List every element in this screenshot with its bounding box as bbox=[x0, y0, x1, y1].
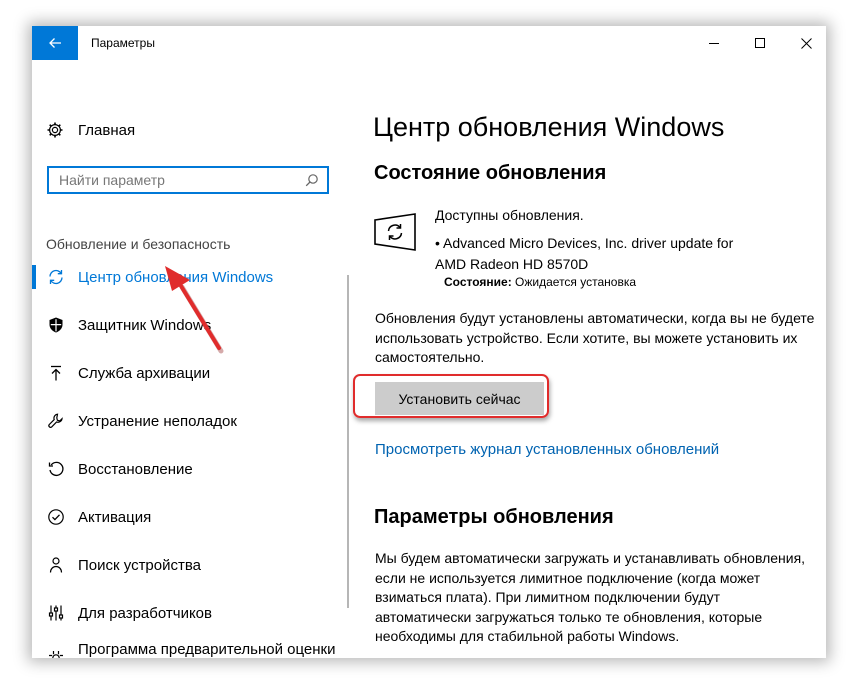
update-settings-heading: Параметры обновления bbox=[374, 506, 614, 528]
minimize-icon bbox=[708, 42, 719, 44]
search-input[interactable] bbox=[49, 171, 311, 189]
page-title: Центр обновления Windows bbox=[373, 112, 725, 142]
sidebar-item-label: Устранение неполадок bbox=[78, 412, 237, 430]
settings-window: Параметры Главная Найти параметр Обновле… bbox=[32, 26, 826, 658]
update-item-line1: • Advanced Micro Devices, Inc. driver up… bbox=[435, 235, 734, 251]
close-button[interactable] bbox=[783, 26, 826, 60]
maximize-icon bbox=[754, 37, 765, 48]
sidebar-item-label: Служба архивации bbox=[78, 364, 211, 382]
sidebar-item-find-device[interactable]: Поиск устройства bbox=[32, 543, 348, 587]
title-bar: Параметры bbox=[32, 26, 826, 60]
sidebar-item-label: Программа предварительной оценки Windows bbox=[78, 641, 336, 658]
window-title: Параметры bbox=[91, 36, 155, 50]
sidebar-item-backup[interactable]: Служба архивации bbox=[32, 351, 348, 395]
minimize-button[interactable] bbox=[691, 26, 737, 60]
update-refresh-icon bbox=[373, 212, 417, 252]
status-label: Состояние: bbox=[444, 275, 512, 289]
developer-sliders-icon bbox=[46, 603, 66, 623]
sidebar-item-label: Для разработчиков bbox=[78, 604, 212, 622]
sidebar-item-label: Поиск устройства bbox=[78, 556, 202, 574]
update-status-line: Состояние: Ожидается установка bbox=[444, 275, 636, 289]
check-circle-icon bbox=[46, 507, 66, 527]
section-label: Обновление и безопасность bbox=[46, 236, 231, 252]
home-nav-item[interactable]: Главная bbox=[46, 118, 135, 142]
sidebar-item-insider[interactable]: Программа предварительной оценки Windows bbox=[32, 640, 348, 658]
search-icon[interactable] bbox=[305, 173, 319, 192]
home-label: Главная bbox=[78, 121, 136, 139]
search-box[interactable] bbox=[47, 166, 329, 194]
recovery-icon bbox=[46, 459, 66, 479]
sidebar: Главная Обновление и безопасность bbox=[32, 60, 350, 658]
sidebar-scrollbar[interactable] bbox=[347, 275, 349, 608]
update-settings-text: Мы будем автоматически загружать и устан… bbox=[375, 550, 806, 644]
update-history-link[interactable]: Просмотреть журнал установленных обновле… bbox=[375, 441, 719, 458]
person-pin-icon bbox=[46, 555, 66, 575]
sidebar-item-label: Активация bbox=[78, 508, 152, 526]
status-value: Ожидается установка bbox=[515, 275, 637, 289]
backup-arrow-icon bbox=[46, 363, 66, 383]
insider-icon bbox=[46, 648, 66, 658]
sidebar-item-label: Защитник Windows bbox=[78, 316, 212, 334]
back-arrow-icon bbox=[49, 38, 61, 48]
maximize-button[interactable] bbox=[737, 26, 783, 60]
update-item-line2: AMD Radeon HD 8570D bbox=[435, 256, 589, 272]
sidebar-item-developers[interactable]: Для разработчиков bbox=[32, 591, 348, 635]
sidebar-item-label: Центр обновления Windows bbox=[78, 268, 274, 286]
shield-icon bbox=[46, 315, 66, 335]
update-status-heading: Состояние обновления bbox=[374, 162, 607, 184]
sidebar-item-recovery[interactable]: Восстановление bbox=[32, 447, 348, 491]
refresh-icon bbox=[46, 267, 66, 287]
main-content: Центр обновления Windows Состояние обнов… bbox=[350, 60, 826, 658]
wrench-icon bbox=[46, 411, 66, 431]
sidebar-item-defender[interactable]: Защитник Windows bbox=[32, 303, 348, 347]
updates-available-text: Доступны обновления. bbox=[435, 207, 584, 223]
close-icon bbox=[800, 37, 812, 49]
install-now-button[interactable]: Установить сейчас bbox=[375, 382, 544, 415]
gear-icon bbox=[46, 121, 68, 139]
sidebar-item-activation[interactable]: Активация bbox=[32, 495, 348, 539]
sidebar-item-troubleshoot[interactable]: Устранение неполадок bbox=[32, 399, 348, 443]
sidebar-item-label: Восстановление bbox=[78, 460, 193, 478]
auto-install-text: Обновления будут установлены автоматичес… bbox=[375, 310, 815, 365]
back-button[interactable] bbox=[32, 26, 78, 60]
sidebar-item-windows-update[interactable]: Центр обновления Windows bbox=[32, 255, 348, 299]
